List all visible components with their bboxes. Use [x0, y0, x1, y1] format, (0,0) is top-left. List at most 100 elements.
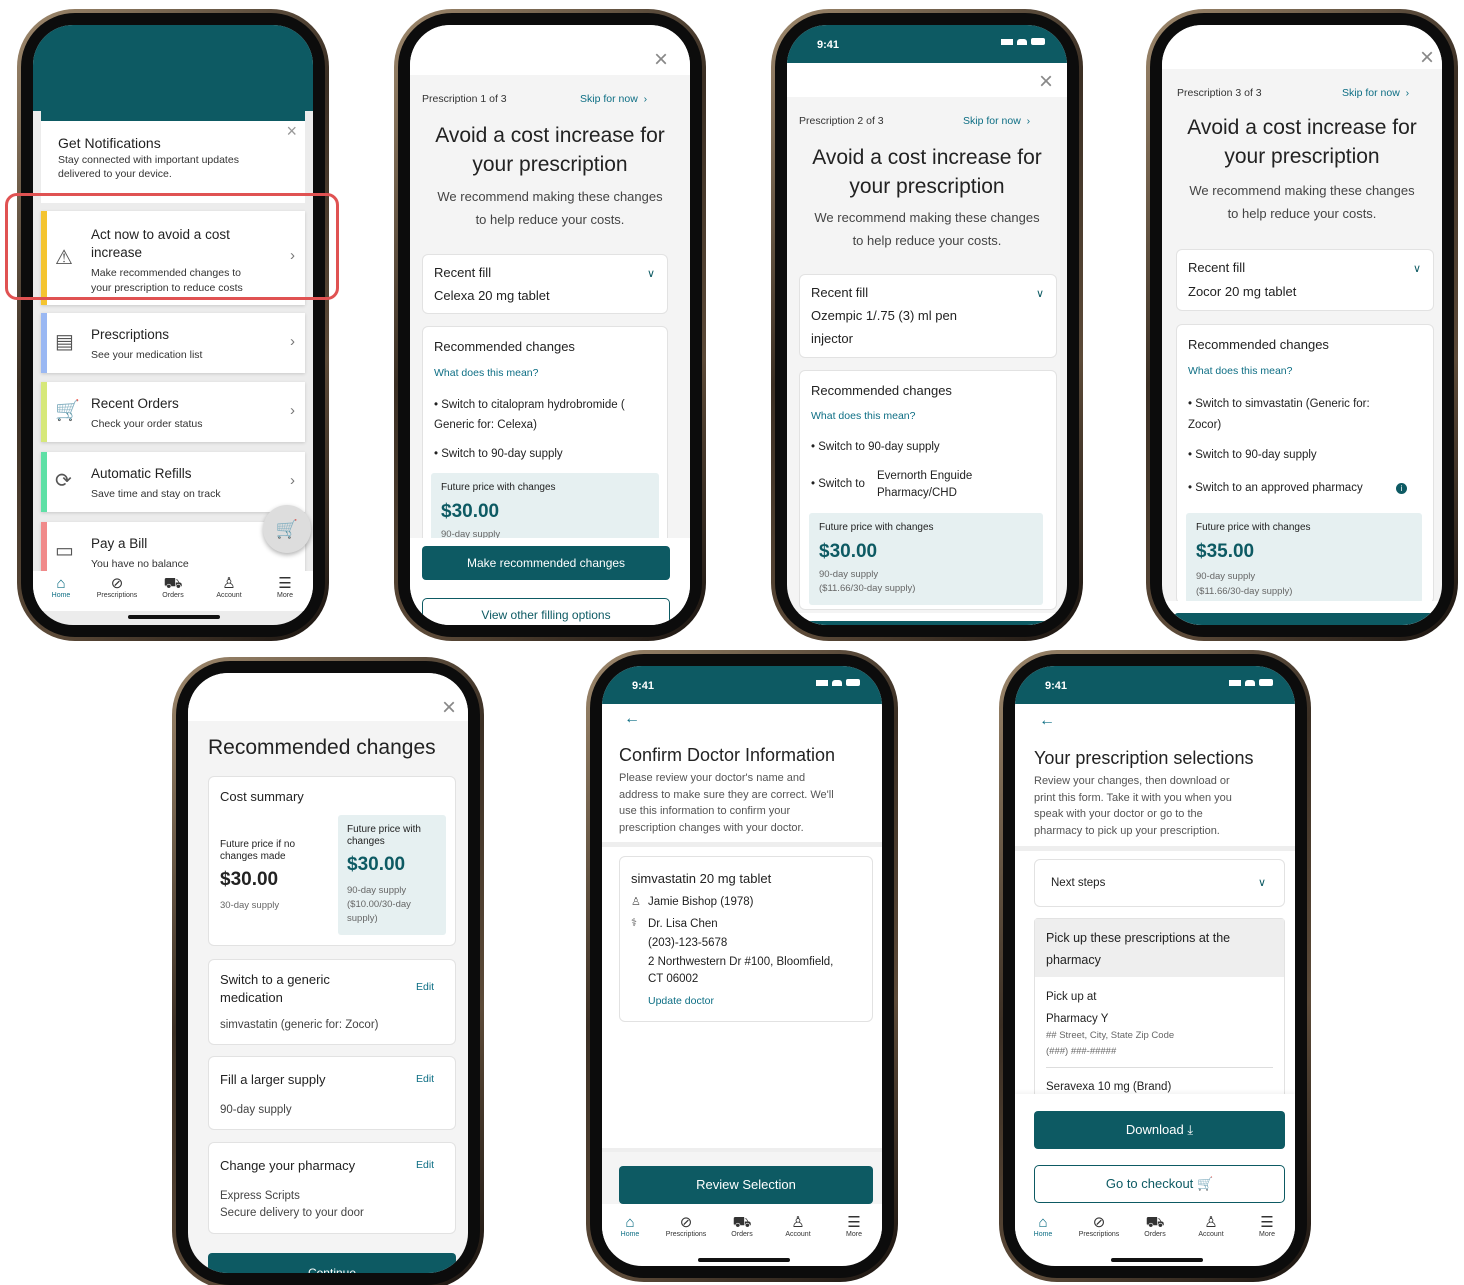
- next-steps-dropdown[interactable]: Next steps ∨: [1034, 859, 1285, 907]
- cart-icon: 🛒: [1196, 1176, 1214, 1191]
- tile-title: Pay a Bill: [91, 536, 148, 551]
- recent-fill-card[interactable]: Recent fill Zocor 20 mg tablet ∨: [1176, 249, 1434, 311]
- close-icon[interactable]: ×: [438, 696, 460, 720]
- no-change-label: Future price if no: [220, 839, 296, 850]
- home-indicator: [128, 615, 220, 619]
- skip-link[interactable]: Skip for now ›: [963, 115, 1030, 127]
- checkout-button[interactable]: Go to checkout 🛒: [1034, 1165, 1285, 1203]
- intro-line: We recommend making these changes: [814, 210, 1040, 225]
- drug-name: simvastatin 20 mg tablet: [631, 871, 772, 886]
- supply-label: 90-day supply: [1196, 571, 1256, 582]
- intro-line: We recommend making these changes: [437, 189, 663, 204]
- tile-automatic-refills[interactable]: ⟳ Automatic Refills Save time and stay o…: [41, 452, 305, 512]
- close-icon[interactable]: ×: [650, 48, 672, 72]
- nav-orders[interactable]: ⛟ Orders: [1130, 1214, 1180, 1238]
- close-icon[interactable]: ×: [1035, 70, 1057, 94]
- notification-sub-1: Stay connected with important updates: [58, 154, 239, 166]
- future-price-box: Future price with changes $30.00 90-day …: [338, 815, 446, 935]
- other-options-button[interactable]: View other filling options: [422, 598, 670, 625]
- nav-home[interactable]: ⌂ Home: [605, 1214, 655, 1238]
- nav-label: Home: [620, 1231, 640, 1238]
- nav-prescriptions[interactable]: ⊘ Prescriptions: [661, 1214, 711, 1238]
- headline: Avoid a cost increase for your prescripti…: [410, 121, 690, 179]
- pharmacy-phone: (###) ###-#####: [1046, 1046, 1117, 1057]
- tile-title: Automatic Refills: [91, 466, 192, 481]
- pill-bottle-icon: ▤: [55, 331, 74, 353]
- generic-detail: simvastatin (generic for: Zocor): [220, 1019, 379, 1031]
- tile-recent-orders[interactable]: 🛒 Recent Orders Check your order status …: [41, 382, 305, 442]
- notification-sub-2: delivered to your device.: [58, 168, 172, 180]
- account-icon: ♙: [1204, 1214, 1218, 1231]
- change-item: Pharmacy/CHD: [877, 487, 957, 499]
- close-icon[interactable]: ×: [286, 121, 297, 142]
- primary-button-edge[interactable]: [1174, 613, 1436, 625]
- no-change-label: changes made: [220, 851, 286, 862]
- edit-link[interactable]: Edit: [416, 1159, 434, 1171]
- what-mean-link[interactable]: What does this mean?: [811, 410, 915, 422]
- edit-link[interactable]: Edit: [416, 1073, 434, 1085]
- person-icon: ♙: [631, 896, 641, 908]
- nav-account[interactable]: ♙ Account: [1186, 1214, 1236, 1238]
- phone-rx-1: × Prescription 1 of 3 Skip for now › Avo…: [394, 9, 706, 641]
- nav-prescriptions[interactable]: ⊘ Prescriptions: [1074, 1214, 1124, 1238]
- nav-more[interactable]: ☰ More: [829, 1214, 879, 1238]
- desc-line: speak with your doctor or go to the: [1034, 808, 1203, 820]
- supply-card: Fill a larger supply Edit 90-day supply: [208, 1056, 456, 1130]
- edit-link[interactable]: Edit: [416, 981, 434, 993]
- skip-link[interactable]: Skip for now ›: [1342, 87, 1409, 99]
- prescription-counter: Prescription 2 of 3: [799, 115, 884, 127]
- nav-more[interactable]: ☰ More: [260, 575, 310, 599]
- divider: [1046, 1067, 1273, 1068]
- what-mean-link[interactable]: What does this mean?: [434, 367, 538, 379]
- review-selection-button[interactable]: Review Selection: [619, 1166, 873, 1204]
- nav-prescriptions[interactable]: ⊘ Prescriptions: [92, 575, 142, 599]
- status-indicators: [816, 679, 860, 686]
- chevron-right-icon: ›: [290, 472, 295, 489]
- nav-label: Orders: [162, 592, 184, 599]
- continue-button[interactable]: Continue: [208, 1253, 456, 1273]
- nav-home[interactable]: ⌂ Home: [36, 575, 86, 599]
- what-mean-link[interactable]: What does this mean?: [1188, 365, 1292, 377]
- nav-label: Account: [1198, 1231, 1224, 1238]
- info-icon[interactable]: i: [1396, 483, 1407, 494]
- recent-fill-card[interactable]: Recent fill Celexa 20 mg tablet ∨: [422, 254, 668, 314]
- home-icon: ⌂: [56, 575, 66, 592]
- pill-icon: ⊘: [679, 1214, 693, 1231]
- pharmacy-street: ## Street, City, State Zip Code: [1046, 1030, 1175, 1041]
- status-indicators: [1001, 38, 1045, 45]
- pickup-title: Pick up these prescriptions at the: [1046, 931, 1231, 945]
- make-changes-button[interactable]: Make recommended changes: [422, 546, 670, 580]
- generic-card: Switch to a generic medication Edit simv…: [208, 959, 456, 1045]
- tile-title: Prescriptions: [91, 327, 170, 342]
- change-item: • Switch to 90-day supply: [811, 441, 940, 453]
- download-button[interactable]: Download ⤓: [1034, 1111, 1285, 1149]
- drug-name: injector: [811, 331, 853, 346]
- back-arrow-icon[interactable]: ←: [1039, 712, 1055, 730]
- page-title: Your prescription selections: [1034, 748, 1254, 768]
- screen-home: Get Notifications Stay connected with im…: [33, 25, 313, 625]
- nav-home[interactable]: ⌂ Home: [1018, 1214, 1068, 1238]
- update-doctor-link[interactable]: Update doctor: [648, 995, 714, 1007]
- tile-stripe: [41, 382, 47, 442]
- change-item: • Switch to: [811, 478, 865, 490]
- divider: [602, 842, 882, 847]
- floating-cart-button[interactable]: 🛒: [263, 505, 311, 553]
- nav-account[interactable]: ♙ Account: [204, 575, 254, 599]
- headline-line: your prescription: [849, 175, 1005, 198]
- back-arrow-icon[interactable]: ←: [624, 710, 640, 728]
- generic-title: medication: [220, 990, 283, 1005]
- nav-orders[interactable]: ⛟ Orders: [717, 1214, 767, 1238]
- close-icon[interactable]: ×: [1416, 46, 1438, 70]
- wallet-icon: ▭: [55, 540, 74, 562]
- skip-link[interactable]: Skip for now ›: [580, 93, 647, 105]
- primary-button-edge[interactable]: [799, 621, 1057, 625]
- nav-orders[interactable]: ⛟ Orders: [148, 575, 198, 599]
- nav-account[interactable]: ♙ Account: [773, 1214, 823, 1238]
- tile-prescriptions[interactable]: ▤ Prescriptions See your medication list…: [41, 313, 305, 373]
- truck-icon: ⛟: [732, 1214, 752, 1231]
- headline: Avoid a cost increase for your prescripti…: [787, 143, 1067, 201]
- top-bar: [1162, 25, 1442, 69]
- recent-fill-card[interactable]: Recent fill Ozempic 1/.75 (3) ml pen inj…: [799, 274, 1057, 358]
- recommended-title: Recommended changes: [811, 383, 952, 398]
- nav-more[interactable]: ☰ More: [1242, 1214, 1292, 1238]
